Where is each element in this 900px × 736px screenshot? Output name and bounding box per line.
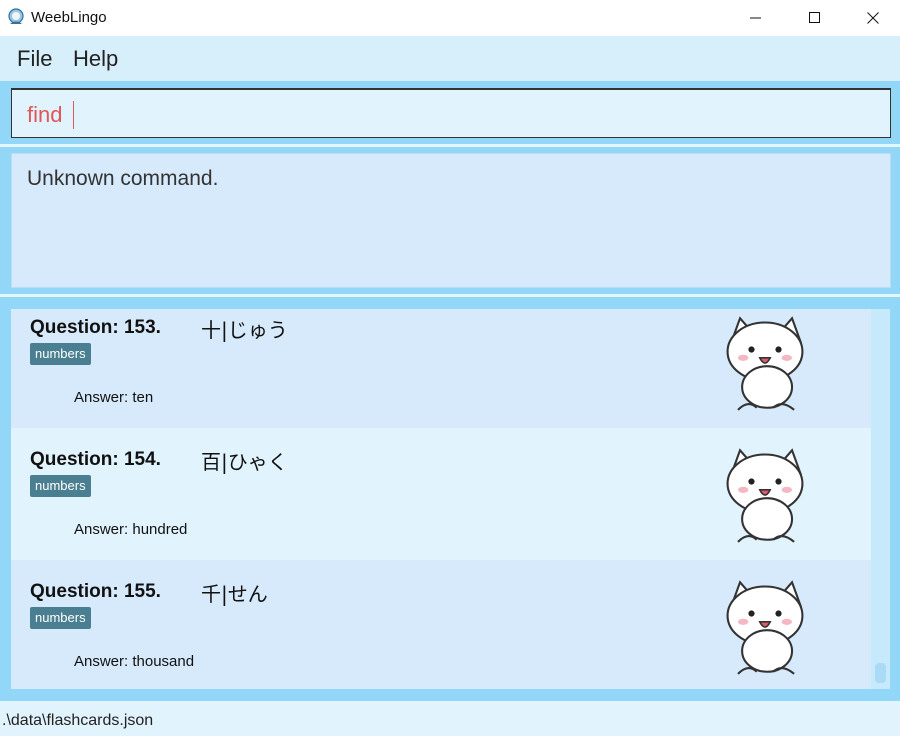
minimize-icon	[750, 17, 761, 19]
maximize-button[interactable]	[786, 0, 844, 36]
question-text: 百|ひゃく	[201, 450, 288, 474]
question-text: 十|じゅう	[201, 318, 288, 342]
question-text: 千|せん	[201, 582, 268, 606]
cat-icon	[726, 580, 804, 675]
cat-icon	[726, 448, 804, 543]
tag-badge: numbers	[30, 475, 91, 497]
cat-icon	[726, 316, 804, 411]
flashcard-list-area: Question: 153. 十|じゅう numbers Answer: ten…	[0, 297, 900, 701]
question-label: Question: 154.	[30, 449, 161, 470]
close-icon	[867, 12, 879, 24]
window-title: WeebLingo	[31, 9, 107, 26]
title-bar: WeebLingo	[0, 0, 900, 36]
minimize-button[interactable]	[727, 0, 785, 36]
result-display: Unknown command.	[11, 153, 891, 288]
tag-badge: numbers	[30, 343, 91, 365]
question-label: Question: 153.	[30, 317, 161, 338]
text-caret	[73, 101, 74, 129]
answer-text: Answer: hundred	[74, 521, 188, 538]
command-input-text: find	[27, 102, 63, 127]
app-icon	[8, 8, 24, 24]
scrollbar-thumb[interactable]	[875, 663, 886, 683]
answer-text: Answer: ten	[74, 389, 154, 406]
question-label: Question: 155.	[30, 581, 161, 602]
menu-bar: File Help	[0, 36, 900, 81]
maximize-icon	[809, 12, 820, 23]
menu-help[interactable]: Help	[73, 46, 118, 72]
result-area: Unknown command.	[0, 147, 900, 294]
flashcard-list[interactable]: Question: 153. 十|じゅう numbers Answer: ten…	[11, 309, 890, 689]
command-input[interactable]: find	[11, 88, 891, 138]
flashcard-item[interactable]: Question: 154. 百|ひゃく numbers Answer: hun…	[11, 428, 871, 560]
save-location: .\data\flashcards.json	[2, 712, 154, 729]
scrollbar[interactable]	[871, 309, 890, 689]
flashcard-item[interactable]: Question: 155. 千|せん numbers Answer: thou…	[11, 560, 871, 689]
tag-badge: numbers	[30, 607, 91, 629]
menu-file[interactable]: File	[17, 46, 52, 72]
command-area: find	[0, 81, 900, 144]
result-message: Unknown command.	[27, 167, 219, 190]
status-bar: .\data\flashcards.json	[0, 701, 900, 736]
close-button[interactable]	[844, 0, 900, 36]
flashcard-item[interactable]: Question: 153. 十|じゅう numbers Answer: ten	[11, 309, 871, 428]
answer-text: Answer: thousand	[74, 653, 195, 670]
